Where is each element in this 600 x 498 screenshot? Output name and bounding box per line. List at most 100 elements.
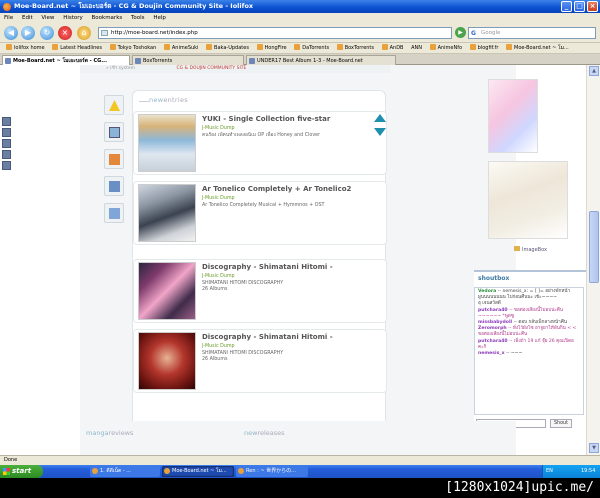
home-icon[interactable]: ⌂ xyxy=(77,26,91,40)
back-icon[interactable]: ◀ xyxy=(4,26,18,40)
sidebar-rss-icon[interactable] xyxy=(2,139,11,148)
system-link[interactable]: » เข้า system xyxy=(106,66,135,71)
bookmark-item[interactable]: Latest Headlines xyxy=(52,43,102,53)
music-icon xyxy=(109,181,120,192)
entry-card[interactable]: Discography - Shimatani Hitomi - J-Music… xyxy=(133,329,387,393)
bookmark-icon xyxy=(469,44,476,50)
bookmark-item[interactable]: ANN xyxy=(411,43,422,53)
category-monitor[interactable] xyxy=(104,122,124,142)
search-input[interactable]: G Google xyxy=(468,27,596,39)
taskbar-item-active[interactable]: Moe-Board.net ~ โม... xyxy=(162,466,234,477)
bookmark-item[interactable]: lolifox home xyxy=(6,43,45,53)
sidebar-download-icon[interactable] xyxy=(2,150,11,159)
category-document[interactable] xyxy=(104,203,124,223)
bookmark-item[interactable]: AnimeSuki xyxy=(163,43,198,53)
taskbar-item[interactable]: Ren : ~ 世界からの... xyxy=(236,466,308,477)
bookmark-item[interactable]: AnDB xyxy=(381,43,403,53)
menu-file[interactable]: File xyxy=(4,15,13,21)
stop-icon[interactable]: × xyxy=(58,26,72,40)
sidebar-bookmark-icon[interactable] xyxy=(2,117,11,126)
entry-category[interactable]: J-Music Dump xyxy=(202,126,235,131)
arrow-down-icon[interactable] xyxy=(374,128,386,136)
start-button[interactable]: start xyxy=(0,465,43,478)
entry-category[interactable]: J-Music Dump xyxy=(202,274,235,279)
bookmark-item[interactable]: Baka-Updates xyxy=(206,43,249,53)
bookmark-icon xyxy=(381,44,388,50)
shoutbox-messages[interactable]: Vedora -- nemesis_x: = [ ]= อย่างพักหน้า… xyxy=(474,287,584,415)
bookmark-item[interactable]: blogfif.fr xyxy=(469,43,498,53)
scroll-arrows xyxy=(374,114,386,142)
entry-card[interactable]: YUKI - Single Collection five-star J-Mus… xyxy=(133,111,387,175)
tab-icon xyxy=(135,58,141,64)
tab-boxtorrents[interactable]: BoxTorrents xyxy=(132,55,244,65)
go-icon[interactable]: ▶ xyxy=(455,27,466,38)
bookmark-item[interactable]: HongFire xyxy=(256,43,287,53)
entry-card[interactable]: Discography - Shimatani Hitomi - J-Music… xyxy=(133,259,387,323)
bookmark-icon xyxy=(109,44,116,50)
bookmark-item[interactable]: AnimeNfo xyxy=(429,43,462,53)
bookmark-icon xyxy=(256,44,263,50)
tab-icon xyxy=(249,58,255,64)
category-book[interactable] xyxy=(104,149,124,169)
page-scrollbar[interactable]: ▲ ▼ xyxy=(586,65,600,455)
right-sidebar: ImageBox shoutbox Vedora -- nemesis_x: =… xyxy=(474,65,594,455)
entry-category[interactable]: J-Music Dump xyxy=(202,196,235,201)
menu-view[interactable]: View xyxy=(41,15,54,21)
entry-description: SHIMATANI HITOMI DISCOGRAPHY 26 Albums xyxy=(202,351,284,362)
tab-moe-board[interactable]: Moe-Board.net ~ โมเอะบอร์ด - CG... xyxy=(2,55,130,65)
category-warning[interactable] xyxy=(104,95,124,115)
entry-title[interactable]: YUKI - Single Collection five-star xyxy=(202,115,330,123)
sidebar-strip xyxy=(2,117,12,172)
bookmark-item[interactable]: Moe-Board.net ~ โม... xyxy=(506,43,569,53)
menu-tools[interactable]: Tools xyxy=(131,15,145,21)
window-titlebar: Moe-Board.net ~ โมเอะบอร์ด - CG & Doujin… xyxy=(0,0,600,13)
shout-button[interactable]: Shout xyxy=(550,419,572,428)
url-bar[interactable]: http://moe-board.net/index.php xyxy=(98,27,452,39)
taskbar-item[interactable]: 1. ดีดีเน็ต - ... xyxy=(90,466,160,477)
entry-description: Ar Tonelico Completely Musical + Hymmnos… xyxy=(202,203,325,208)
entry-title[interactable]: Discography - Shimatani Hitomi - xyxy=(202,333,333,341)
bookmark-item[interactable]: BoxTorrents xyxy=(336,43,374,53)
tab-under17[interactable]: UNDER17 Best Album 1-3 - Moe-Board.net xyxy=(246,55,396,65)
menu-bookmarks[interactable]: Bookmarks xyxy=(92,15,123,21)
shoutbox-panel: shoutbox Vedora -- nemesis_x: = [ ]= อย่… xyxy=(474,270,594,440)
navigation-toolbar: ◀ ▶ ↻ × ⌂ http://moe-board.net/index.php… xyxy=(0,23,600,43)
entry-category[interactable]: J-Music Dump xyxy=(202,344,235,349)
shout-message: Zeromorph -- ทั่งไว้ผังโซ อาจูยาไห้พันกิ… xyxy=(478,326,577,338)
sidebar-history-icon[interactable] xyxy=(2,128,11,137)
menu-help[interactable]: Help xyxy=(153,15,166,21)
scrollbar-thumb[interactable] xyxy=(589,211,599,283)
window-title: Moe-Board.net ~ โมเอะบอร์ด - CG & Doujin… xyxy=(14,2,254,10)
entry-thumbnail[interactable] xyxy=(138,114,196,172)
maximize-button[interactable]: □ xyxy=(574,1,585,12)
arrow-up-icon[interactable] xyxy=(374,114,386,122)
bookmark-item[interactable]: DaTorrents xyxy=(294,43,329,53)
forward-icon[interactable]: ▶ xyxy=(21,26,35,40)
sidebar-addon-icon[interactable] xyxy=(2,161,11,170)
category-music[interactable] xyxy=(104,176,124,196)
google-icon: G xyxy=(471,30,476,37)
entry-thumbnail[interactable] xyxy=(138,184,196,242)
shout-message: putchara40 -- ขอต่องเสียงนี้ไม่อบน่ะคืน … xyxy=(478,307,564,319)
player-icon xyxy=(238,468,244,474)
menu-history[interactable]: History xyxy=(63,15,83,21)
menu-edit[interactable]: Edit xyxy=(22,15,33,21)
entry-thumbnail[interactable] xyxy=(138,262,196,320)
entry-card[interactable]: Ar Tonelico Completely + Ar Tonelico2 J-… xyxy=(133,181,387,245)
entry-title[interactable]: Ar Tonelico Completely + Ar Tonelico2 xyxy=(202,185,351,193)
reload-icon[interactable]: ↻ xyxy=(40,26,54,40)
imagebox-thumbnail[interactable] xyxy=(488,79,538,153)
document-icon xyxy=(109,208,120,219)
minimize-button[interactable]: _ xyxy=(561,1,572,12)
bookmark-item[interactable]: Tokyo Toshokan xyxy=(109,43,156,53)
scroll-up-icon[interactable]: ▲ xyxy=(589,66,599,76)
entry-thumbnail[interactable] xyxy=(138,332,196,390)
close-button[interactable]: × xyxy=(587,1,598,12)
entry-title[interactable]: Discography - Shimatani Hitomi - xyxy=(202,263,333,271)
imagebox-thumbnail[interactable] xyxy=(488,161,568,239)
scroll-down-icon[interactable]: ▼ xyxy=(589,443,599,453)
bookmark-icon xyxy=(506,44,513,50)
new-entries-panel: newentries YUKI - Single Collection five… xyxy=(132,90,415,437)
language-indicator[interactable]: EN xyxy=(546,465,553,478)
imagebox-label[interactable]: ImageBox xyxy=(514,246,547,253)
